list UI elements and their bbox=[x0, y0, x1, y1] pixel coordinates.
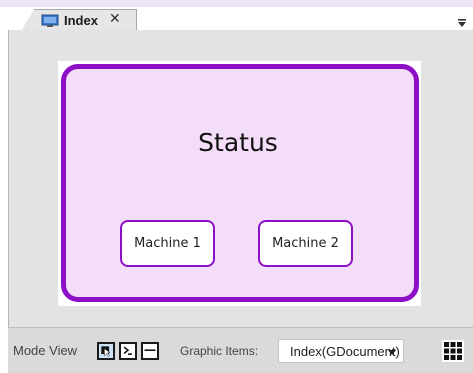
bottom-toolbar: Mode View Graphic Items: Index(GDocument… bbox=[8, 327, 473, 373]
status-container[interactable] bbox=[61, 64, 419, 302]
close-icon[interactable]: ✕ bbox=[109, 11, 121, 27]
mode-view-label: Mode View bbox=[13, 343, 78, 358]
line-mode-icon[interactable] bbox=[141, 342, 159, 360]
tab-label: Index bbox=[64, 13, 98, 28]
window-top-strip bbox=[0, 0, 473, 7]
graphic-items-label: Graphic Items: bbox=[180, 344, 259, 358]
machine-2-box[interactable]: Machine 2 bbox=[258, 220, 353, 267]
chevron-down-icon bbox=[388, 350, 396, 355]
select-mode-icon[interactable] bbox=[97, 342, 115, 360]
panel-menu-icon[interactable] bbox=[456, 17, 468, 29]
tab-bar: Index ✕ bbox=[0, 7, 473, 33]
command-mode-icon[interactable] bbox=[119, 342, 137, 360]
status-title: Status bbox=[198, 128, 278, 157]
grid-icon[interactable] bbox=[442, 340, 464, 362]
monitor-icon bbox=[41, 14, 59, 27]
graphic-items-select[interactable]: Index(GDocument) bbox=[278, 339, 404, 363]
machine-1-box[interactable]: Machine 1 bbox=[120, 220, 215, 267]
graphic-items-value: Index(GDocument) bbox=[290, 344, 400, 359]
